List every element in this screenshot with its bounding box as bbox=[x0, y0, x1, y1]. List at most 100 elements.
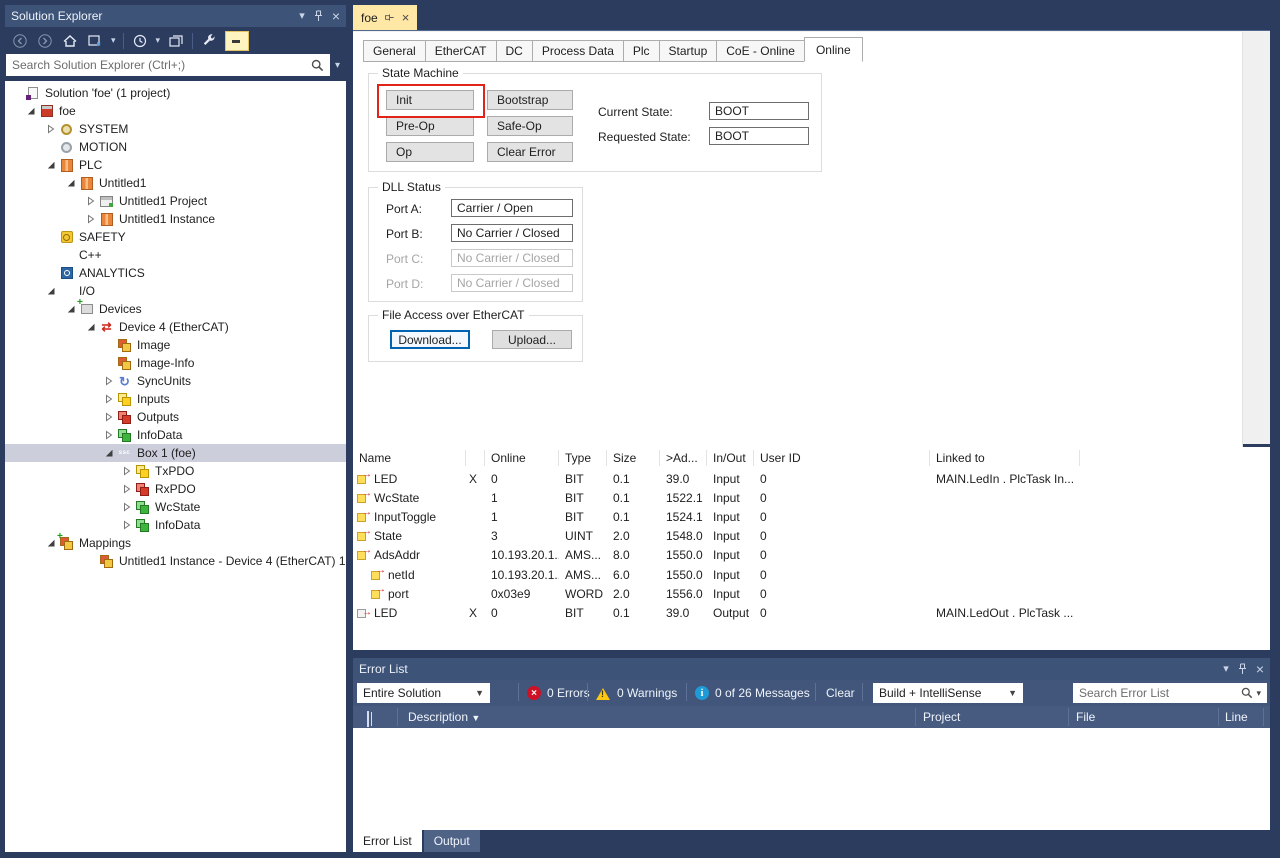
col-name[interactable]: Name bbox=[353, 450, 466, 466]
tree-item-image[interactable]: Image bbox=[5, 336, 346, 354]
project-column-header[interactable]: Project bbox=[923, 710, 960, 724]
warnings-filter-button[interactable]: ! 0 Warnings bbox=[596, 683, 677, 703]
safeop-button[interactable]: Safe-Op bbox=[487, 116, 573, 136]
port-a-field[interactable]: Carrier / Open bbox=[451, 199, 573, 217]
close-icon[interactable]: × bbox=[1256, 662, 1264, 676]
collapse-all-icon[interactable] bbox=[167, 32, 185, 50]
description-column-header[interactable]: Description ▼ bbox=[408, 710, 480, 724]
tree-expander-icon[interactable] bbox=[119, 463, 135, 479]
tree-item-wcstate[interactable]: WcState bbox=[5, 498, 346, 516]
messages-filter-button[interactable]: i 0 of 26 Messages bbox=[695, 683, 810, 703]
table-row-inputtoggle-input[interactable]: InputToggle1BIT0.11524.1Input0 bbox=[353, 507, 1270, 526]
preop-button[interactable]: Pre-Op bbox=[386, 116, 474, 136]
tree-expander-icon[interactable] bbox=[63, 175, 79, 191]
tree-item-solution-foe-1-project[interactable]: Solution 'foe' (1 project) bbox=[5, 84, 346, 102]
table-row-port-input[interactable]: port0x03e9WORD2.01556.0Input0 bbox=[353, 584, 1270, 603]
forward-icon[interactable] bbox=[36, 32, 54, 50]
tab-general[interactable]: General bbox=[363, 40, 426, 62]
tree-item-devices[interactable]: +Devices bbox=[5, 300, 346, 318]
filter-icon[interactable] bbox=[367, 712, 369, 726]
chevron-down-icon[interactable]: ▾ bbox=[1223, 664, 1229, 675]
col-online[interactable]: Online bbox=[485, 450, 559, 466]
tree-item-device-4-ethercat[interactable]: ⇄Device 4 (EtherCAT) bbox=[5, 318, 346, 336]
requested-state-field[interactable]: BOOT bbox=[709, 127, 809, 145]
errors-filter-button[interactable]: × 0 Errors bbox=[527, 683, 590, 703]
preview-selected-toggle-icon[interactable] bbox=[225, 31, 249, 51]
tab-coe-online[interactable]: CoE - Online bbox=[716, 40, 805, 62]
tree-item-analytics[interactable]: ANALYTICS bbox=[5, 264, 346, 282]
tree-item-motion[interactable]: MOTION bbox=[5, 138, 346, 156]
col-size[interactable]: Size bbox=[607, 450, 660, 466]
error-search-input[interactable]: Search Error List ▾ bbox=[1073, 683, 1267, 703]
table-row-led-input[interactable]: LEDX0BIT0.139.0Input0MAIN.LedIn . PlcTas… bbox=[353, 469, 1270, 488]
tab-online[interactable]: Online bbox=[804, 37, 863, 62]
tree-expander-icon[interactable] bbox=[83, 193, 99, 209]
chevron-down-icon[interactable]: ▾ bbox=[156, 36, 161, 45]
tab-error-list[interactable]: Error List bbox=[353, 830, 422, 852]
table-row-wcstate-input[interactable]: WcState1BIT0.11522.1Input0 bbox=[353, 488, 1270, 507]
op-button[interactable]: Op bbox=[386, 142, 474, 162]
tree-item-inputs[interactable]: Inputs bbox=[5, 390, 346, 408]
tab-ethercat[interactable]: EtherCAT bbox=[425, 40, 497, 62]
tree-expander-icon[interactable] bbox=[101, 373, 117, 389]
upload-button[interactable]: Upload... bbox=[492, 330, 572, 349]
bootstrap-button[interactable]: Bootstrap bbox=[487, 90, 573, 110]
col-userid[interactable]: User ID bbox=[754, 450, 930, 466]
port-b-field[interactable]: No Carrier / Closed bbox=[451, 224, 573, 242]
tree-item-image-info[interactable]: Image-Info bbox=[5, 354, 346, 372]
col-addr[interactable]: >Ad... bbox=[660, 450, 707, 466]
tree-item-untitled1-instance-device-4-ethercat-1[interactable]: Untitled1 Instance - Device 4 (EtherCAT)… bbox=[5, 552, 346, 570]
solution-explorer-titlebar[interactable]: Solution Explorer ▾ × bbox=[5, 5, 346, 27]
chevron-down-icon[interactable]: ▾ bbox=[299, 11, 305, 22]
current-state-field[interactable]: BOOT bbox=[709, 102, 809, 120]
tree-item-syncunits[interactable]: ↻SyncUnits bbox=[5, 372, 346, 390]
tree-item-untitled1-instance[interactable]: Untitled1 Instance bbox=[5, 210, 346, 228]
table-row-led-output[interactable]: LEDX0BIT0.139.0Output0MAIN.LedOut . PlcT… bbox=[353, 603, 1270, 622]
back-icon[interactable] bbox=[11, 32, 29, 50]
pin-icon[interactable] bbox=[313, 10, 324, 22]
tree-expander-icon[interactable] bbox=[119, 499, 135, 515]
tree-item-rxpdo[interactable]: RxPDO bbox=[5, 480, 346, 498]
col-x[interactable] bbox=[466, 450, 485, 466]
tab-plc[interactable]: Plc bbox=[623, 40, 660, 62]
chevron-down-icon[interactable]: ▾ bbox=[111, 36, 116, 45]
close-icon[interactable]: × bbox=[402, 10, 410, 25]
tab-dc[interactable]: DC bbox=[496, 40, 533, 62]
tree-expander-icon[interactable] bbox=[43, 121, 59, 137]
tree-expander-icon[interactable] bbox=[101, 427, 117, 443]
tab-output[interactable]: Output bbox=[424, 830, 480, 852]
tree-item-c[interactable]: ++C++ bbox=[5, 246, 346, 264]
tree-item-txpdo[interactable]: TxPDO bbox=[5, 462, 346, 480]
properties-wrench-icon[interactable] bbox=[200, 32, 218, 50]
table-row-state-input[interactable]: State3UINT2.01548.0Input0 bbox=[353, 527, 1270, 546]
tree-item-plc[interactable]: PLC bbox=[5, 156, 346, 174]
document-tab-foe[interactable]: foe × bbox=[353, 5, 417, 30]
error-list-body[interactable] bbox=[353, 728, 1270, 830]
tree-item-box-1-foe[interactable]: sscBox 1 (foe) bbox=[5, 444, 346, 462]
col-linkedto[interactable]: Linked to bbox=[930, 450, 1080, 466]
tree-expander-icon[interactable] bbox=[101, 445, 117, 461]
table-row-adsaddr-input[interactable]: AdsAddr10.193.20.1...AMS...8.01550.0Inpu… bbox=[353, 546, 1270, 565]
table-row-netid-input[interactable]: netId10.193.20.1...AMS...6.01550.0Input0 bbox=[353, 565, 1270, 584]
line-column-header[interactable]: Line bbox=[1225, 710, 1248, 724]
clear-button[interactable]: Clear bbox=[826, 683, 855, 703]
tree-expander-icon[interactable] bbox=[83, 319, 99, 335]
tab-startup[interactable]: Startup bbox=[659, 40, 718, 62]
scope-dropdown[interactable]: Entire Solution▼ bbox=[357, 683, 490, 703]
pending-changes-icon[interactable] bbox=[131, 32, 149, 50]
tree-item-outputs[interactable]: Outputs bbox=[5, 408, 346, 426]
tree-expander-icon[interactable] bbox=[83, 211, 99, 227]
search-input[interactable]: Search Solution Explorer (Ctrl+;) bbox=[6, 54, 330, 76]
tree-item-i-o[interactable]: ZI/O bbox=[5, 282, 346, 300]
close-icon[interactable]: × bbox=[332, 9, 340, 23]
download-button[interactable]: Download... bbox=[390, 330, 470, 349]
tree-item-mappings[interactable]: +Mappings bbox=[5, 534, 346, 552]
pin-icon[interactable] bbox=[1237, 663, 1248, 675]
tree-expander-icon[interactable] bbox=[43, 157, 59, 173]
tree-expander-icon[interactable] bbox=[43, 283, 59, 299]
pin-icon[interactable] bbox=[384, 13, 395, 23]
tree-item-untitled1[interactable]: Untitled1 bbox=[5, 174, 346, 192]
col-type[interactable]: Type bbox=[559, 450, 607, 466]
tree-item-system[interactable]: SYSTEM bbox=[5, 120, 346, 138]
tree-item-untitled1-project[interactable]: Untitled1 Project bbox=[5, 192, 346, 210]
